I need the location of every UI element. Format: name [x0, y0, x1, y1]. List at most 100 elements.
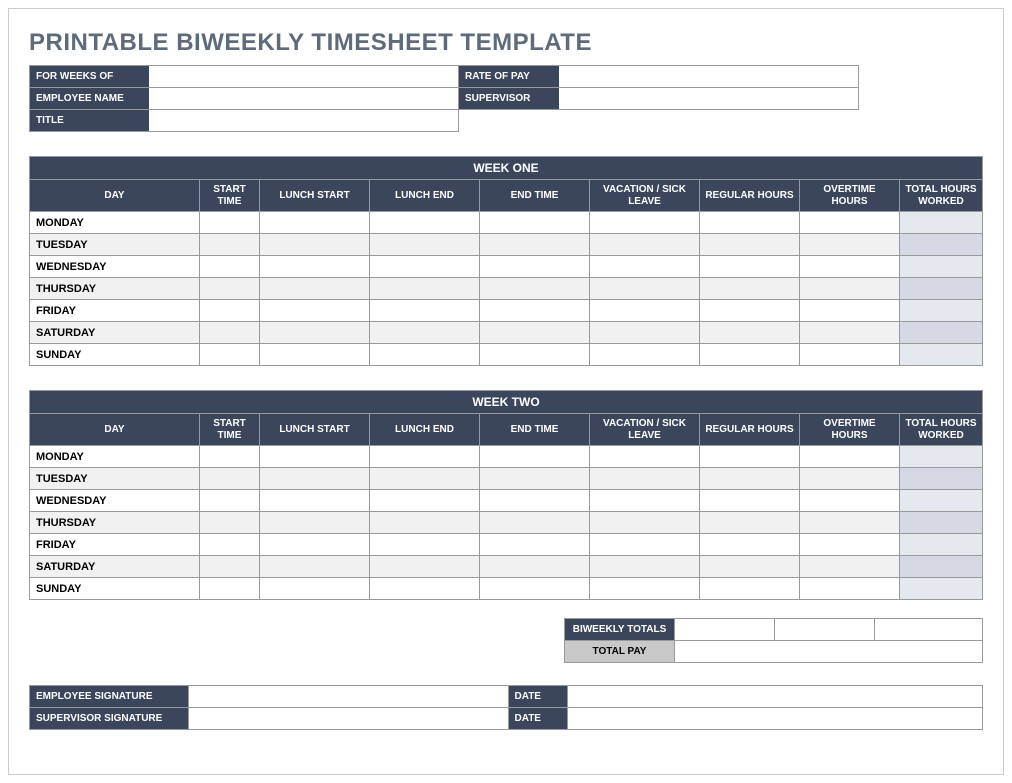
- data-cell: [800, 234, 900, 256]
- col-regular-hours: REGULAR HOURS: [700, 414, 800, 446]
- data-cell: [700, 512, 800, 534]
- data-cell: [590, 256, 700, 278]
- col-lunch-start: LUNCH START: [260, 180, 370, 212]
- table-row: SATURDAY: [30, 322, 983, 344]
- total-cell: [900, 490, 983, 512]
- data-cell: [370, 234, 480, 256]
- data-cell: [480, 446, 590, 468]
- data-cell: [800, 556, 900, 578]
- col-day: DAY: [30, 180, 200, 212]
- data-cell: [590, 446, 700, 468]
- data-cell: [700, 468, 800, 490]
- data-cell: [480, 578, 590, 600]
- supervisor-value: [559, 88, 859, 110]
- col-vacation-sick: VACATION / SICK LEAVE: [590, 414, 700, 446]
- data-cell: [480, 212, 590, 234]
- total-cell: [900, 512, 983, 534]
- total-cell: [900, 534, 983, 556]
- table-row: WEDNESDAY: [30, 490, 983, 512]
- col-overtime-hours: OVERTIME HOURS: [800, 180, 900, 212]
- data-cell: [590, 556, 700, 578]
- data-cell: [260, 256, 370, 278]
- header-block: FOR WEEKS OF RATE OF PAY EMPLOYEE NAME S…: [29, 65, 983, 132]
- totals-area: BIWEEKLY TOTALS TOTAL PAY: [29, 618, 983, 663]
- data-cell: [200, 256, 260, 278]
- col-total-hours: TOTAL HOURS WORKED: [900, 180, 983, 212]
- data-cell: [370, 322, 480, 344]
- biweekly-totals-label: BIWEEKLY TOTALS: [565, 619, 675, 641]
- totals-table: BIWEEKLY TOTALS TOTAL PAY: [564, 618, 983, 663]
- data-cell: [260, 556, 370, 578]
- data-cell: [590, 234, 700, 256]
- supervisor-date-value: [568, 708, 983, 730]
- data-cell: [260, 490, 370, 512]
- day-cell: MONDAY: [30, 446, 200, 468]
- data-cell: [590, 512, 700, 534]
- rate-of-pay-label: RATE OF PAY: [459, 65, 559, 88]
- data-cell: [370, 300, 480, 322]
- data-cell: [700, 344, 800, 366]
- data-cell: [590, 344, 700, 366]
- data-cell: [480, 300, 590, 322]
- total-cell: [900, 234, 983, 256]
- table-row: FRIDAY: [30, 300, 983, 322]
- total-cell: [900, 468, 983, 490]
- day-cell: FRIDAY: [30, 300, 200, 322]
- table-row: SUNDAY: [30, 578, 983, 600]
- week-two-title: WEEK TWO: [29, 390, 983, 413]
- data-cell: [700, 256, 800, 278]
- data-cell: [800, 212, 900, 234]
- table-row: THURSDAY: [30, 512, 983, 534]
- data-cell: [590, 212, 700, 234]
- data-cell: [260, 512, 370, 534]
- data-cell: [800, 278, 900, 300]
- table-row: MONDAY: [30, 212, 983, 234]
- data-cell: [590, 534, 700, 556]
- data-cell: [480, 534, 590, 556]
- data-cell: [700, 300, 800, 322]
- biweekly-ot: [775, 619, 875, 641]
- employee-signature-value: [189, 685, 509, 708]
- day-cell: SUNDAY: [30, 578, 200, 600]
- data-cell: [800, 578, 900, 600]
- data-cell: [370, 212, 480, 234]
- title-label: TITLE: [29, 110, 149, 132]
- title-value: [149, 110, 459, 132]
- data-cell: [480, 512, 590, 534]
- day-cell: THURSDAY: [30, 512, 200, 534]
- data-cell: [260, 234, 370, 256]
- data-cell: [200, 490, 260, 512]
- data-cell: [370, 344, 480, 366]
- data-cell: [260, 534, 370, 556]
- timesheet-page: PRINTABLE BIWEEKLY TIMESHEET TEMPLATE FO…: [8, 8, 1004, 775]
- data-cell: [700, 578, 800, 600]
- data-cell: [370, 468, 480, 490]
- data-cell: [480, 234, 590, 256]
- data-cell: [260, 578, 370, 600]
- col-end-time: END TIME: [480, 414, 590, 446]
- col-day: DAY: [30, 414, 200, 446]
- data-cell: [200, 278, 260, 300]
- supervisor-signature-label: SUPERVISOR SIGNATURE: [29, 708, 189, 730]
- table-row: TUESDAY: [30, 468, 983, 490]
- data-cell: [800, 322, 900, 344]
- data-cell: [800, 468, 900, 490]
- data-cell: [260, 300, 370, 322]
- for-weeks-of-label: FOR WEEKS OF: [29, 65, 149, 88]
- total-cell: [900, 322, 983, 344]
- data-cell: [200, 212, 260, 234]
- col-lunch-start: LUNCH START: [260, 414, 370, 446]
- day-cell: THURSDAY: [30, 278, 200, 300]
- total-pay-value: [675, 641, 983, 663]
- data-cell: [480, 468, 590, 490]
- signature-block: EMPLOYEE SIGNATURE DATE SUPERVISOR SIGNA…: [29, 685, 983, 730]
- data-cell: [700, 534, 800, 556]
- total-cell: [900, 212, 983, 234]
- data-cell: [200, 446, 260, 468]
- total-cell: [900, 300, 983, 322]
- col-lunch-end: LUNCH END: [370, 180, 480, 212]
- biweekly-total: [875, 619, 983, 641]
- data-cell: [700, 322, 800, 344]
- total-pay-label: TOTAL PAY: [565, 641, 675, 663]
- employee-name-label: EMPLOYEE NAME: [29, 88, 149, 110]
